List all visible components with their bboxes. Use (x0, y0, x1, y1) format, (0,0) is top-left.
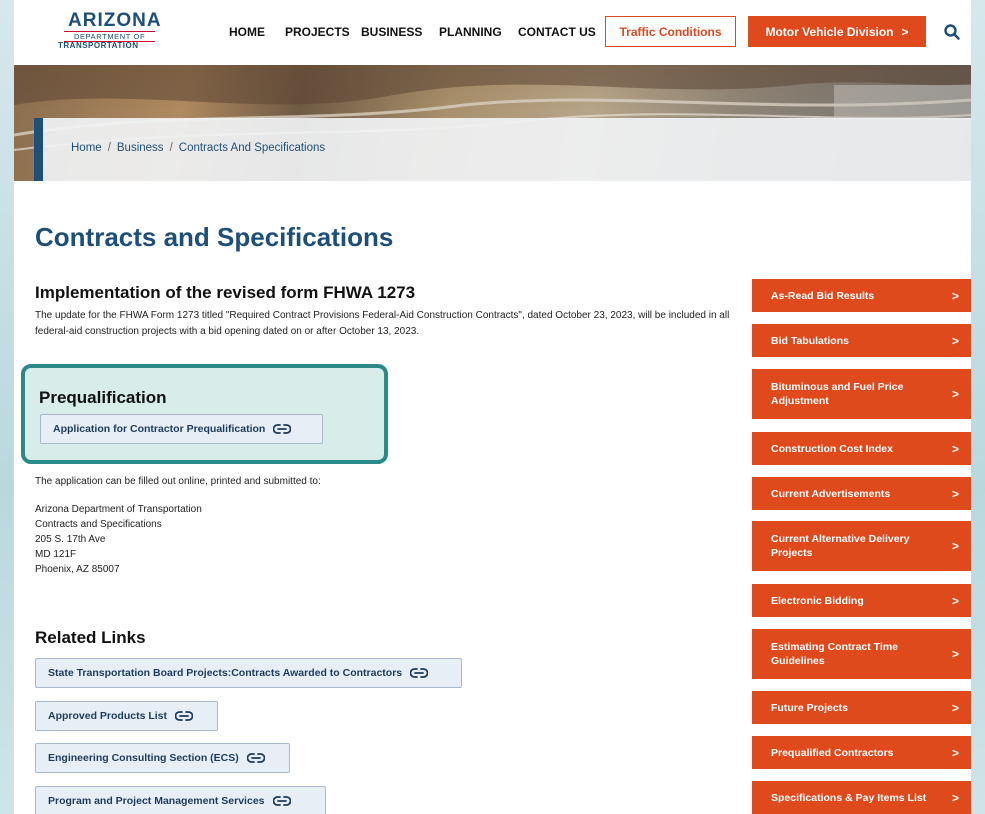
breadcrumb-band: Home / Business / Contracts And Specificatio… (34, 118, 971, 181)
address-line: Contracts and Specifications (35, 519, 162, 530)
nav-projects[interactable]: PROJECTS (285, 25, 350, 39)
page-title: Contracts and Specifications (35, 222, 394, 252)
breadcrumb: Home / Business / Contracts And Specificatio… (71, 142, 325, 154)
prequalification-intro: The application can be filled out online… (35, 476, 321, 487)
sidebar-item-current-advertisements[interactable]: Current Advertisements > (752, 477, 971, 510)
page: ARIZONA DEPARTMENT OF TRANSPORTATION HOM… (14, 0, 971, 814)
link-icon (410, 668, 429, 678)
sidebar-item-label: As-Read Bid Results (771, 289, 875, 302)
link-label: Program and Project Management Services (48, 795, 265, 807)
prequalification-heading: Prequalification (39, 388, 167, 407)
breadcrumb-separator: / (107, 142, 111, 154)
address-line: Phoenix, AZ 85007 (35, 564, 120, 575)
hero-banner: Home / Business / Contracts And Specificatio… (14, 65, 971, 181)
sidebar-item-construction-cost-index[interactable]: Construction Cost Index > (752, 432, 971, 465)
chevron-right-icon: > (951, 539, 959, 553)
label-line: Adjustment (771, 395, 829, 407)
sidebar-item-label: Bid Tabulations (771, 334, 849, 347)
contractor-prequalification-link[interactable]: Application for Contractor Prequalificat… (40, 414, 323, 444)
chevron-right-icon: > (951, 745, 959, 760)
sidebar-item-alternative-delivery-projects[interactable]: Current Alternative Delivery Projects > (752, 521, 971, 571)
related-link-board-projects[interactable]: State Transportation Board Projects:Cont… (35, 658, 462, 688)
link-label: Engineering Consulting Section (ECS) (48, 752, 239, 764)
sidebar-item-label: Construction Cost Index (771, 442, 893, 455)
traffic-conditions-label: Traffic Conditions (619, 24, 722, 39)
sidebar-item-as-read-bid-results[interactable]: As-Read Bid Results > (752, 279, 971, 312)
sidebar-item-prequalified-contractors[interactable]: Prequalified Contractors > (752, 736, 971, 769)
chevron-right-icon: > (951, 700, 959, 715)
breadcrumb-current: Contracts And Specifications (178, 142, 326, 154)
chevron-right-icon: > (951, 441, 959, 456)
link-icon (246, 753, 265, 763)
label-line: Bituminous and Fuel Price (771, 381, 904, 393)
sidebar-item-label: Bituminous and Fuel Price Adjustment (771, 380, 903, 408)
label-line: Projects (771, 547, 813, 559)
sidebar-item-label: Electronic Bidding (771, 594, 864, 607)
chevron-right-icon: > (901, 24, 909, 39)
mailing-address: Arizona Department of Transportation Con… (35, 502, 202, 577)
label-line: Guidelines (771, 655, 825, 667)
address-line: 205 S. 17th Ave (35, 534, 106, 545)
sidebar-item-label: Specifications & Pay Items List (771, 791, 927, 804)
logo-wordmark: ARIZONA (68, 10, 162, 31)
fhwa-heading: Implementation of the revised form FHWA … (35, 283, 416, 302)
sidebar-item-future-projects[interactable]: Future Projects > (752, 691, 971, 724)
link-label: Application for Contractor Prequalificat… (53, 423, 266, 435)
related-link-program-management[interactable]: Program and Project Management Services (35, 786, 326, 814)
chevron-right-icon: > (951, 647, 959, 661)
motor-vehicle-division-button[interactable]: Motor Vehicle Division > (748, 16, 926, 47)
chevron-right-icon: > (951, 387, 959, 401)
breadcrumb-separator: / (169, 142, 173, 154)
link-icon (272, 796, 291, 806)
sidebar-item-label: Prequalified Contractors (771, 746, 894, 759)
breadcrumb-home[interactable]: Home (71, 142, 102, 154)
nav-home[interactable]: HOME (229, 25, 265, 39)
address-line: Arizona Department of Transportation (35, 504, 202, 515)
background-left (0, 0, 14, 814)
chevron-right-icon: > (951, 333, 959, 348)
related-link-engineering-consulting[interactable]: Engineering Consulting Section (ECS) (35, 743, 290, 773)
link-icon (175, 711, 194, 721)
logo-line2: TRANSPORTATION (58, 41, 139, 50)
nav-contact-us[interactable]: CONTACT US (518, 25, 596, 39)
adot-logo[interactable]: ARIZONA DEPARTMENT OF TRANSPORTATION (54, 10, 174, 50)
link-label: Approved Products List (48, 710, 168, 722)
breadcrumb-business[interactable]: Business (117, 142, 164, 154)
related-link-approved-products[interactable]: Approved Products List (35, 701, 218, 731)
sidebar-item-label: Current Alternative Delivery Projects (771, 532, 910, 560)
chevron-right-icon: > (951, 790, 959, 805)
nav-planning[interactable]: PLANNING (439, 25, 502, 39)
fhwa-description: The update for the FHWA Form 1273 titled… (35, 310, 730, 337)
sidebar-item-estimating-contract-time[interactable]: Estimating Contract Time Guidelines > (752, 629, 971, 679)
sidebar-item-label: Current Advertisements (771, 487, 891, 500)
search-icon[interactable] (942, 22, 962, 42)
chevron-right-icon: > (951, 486, 959, 501)
label-line: Estimating Contract Time (771, 641, 898, 653)
site-header: ARIZONA DEPARTMENT OF TRANSPORTATION HOM… (14, 0, 971, 65)
nav-business[interactable]: BUSINESS (361, 25, 422, 39)
sidebar-item-bid-tabulations[interactable]: Bid Tabulations > (752, 324, 971, 357)
sidebar-item-label: Estimating Contract Time Guidelines (771, 640, 898, 668)
prequalification-highlight: Prequalification Application for Contrac… (21, 364, 388, 464)
address-line: MD 121F (35, 549, 77, 560)
mvd-label: Motor Vehicle Division (765, 24, 894, 39)
sidebar-item-specifications-pay-items[interactable]: Specifications & Pay Items List > (752, 781, 971, 814)
background-right (971, 0, 985, 814)
link-icon (273, 424, 292, 434)
sidebar-item-label: Future Projects (771, 701, 849, 714)
link-label: State Transportation Board Projects:Cont… (48, 667, 403, 679)
label-line: Current Alternative Delivery (771, 533, 910, 545)
related-links-heading: Related Links (35, 628, 146, 647)
sidebar-item-electronic-bidding[interactable]: Electronic Bidding > (752, 584, 971, 617)
sidebar-item-bituminous-fuel-price[interactable]: Bituminous and Fuel Price Adjustment > (752, 369, 971, 419)
chevron-right-icon: > (951, 288, 959, 303)
chevron-right-icon: > (951, 593, 959, 608)
traffic-conditions-button[interactable]: Traffic Conditions (605, 16, 736, 47)
